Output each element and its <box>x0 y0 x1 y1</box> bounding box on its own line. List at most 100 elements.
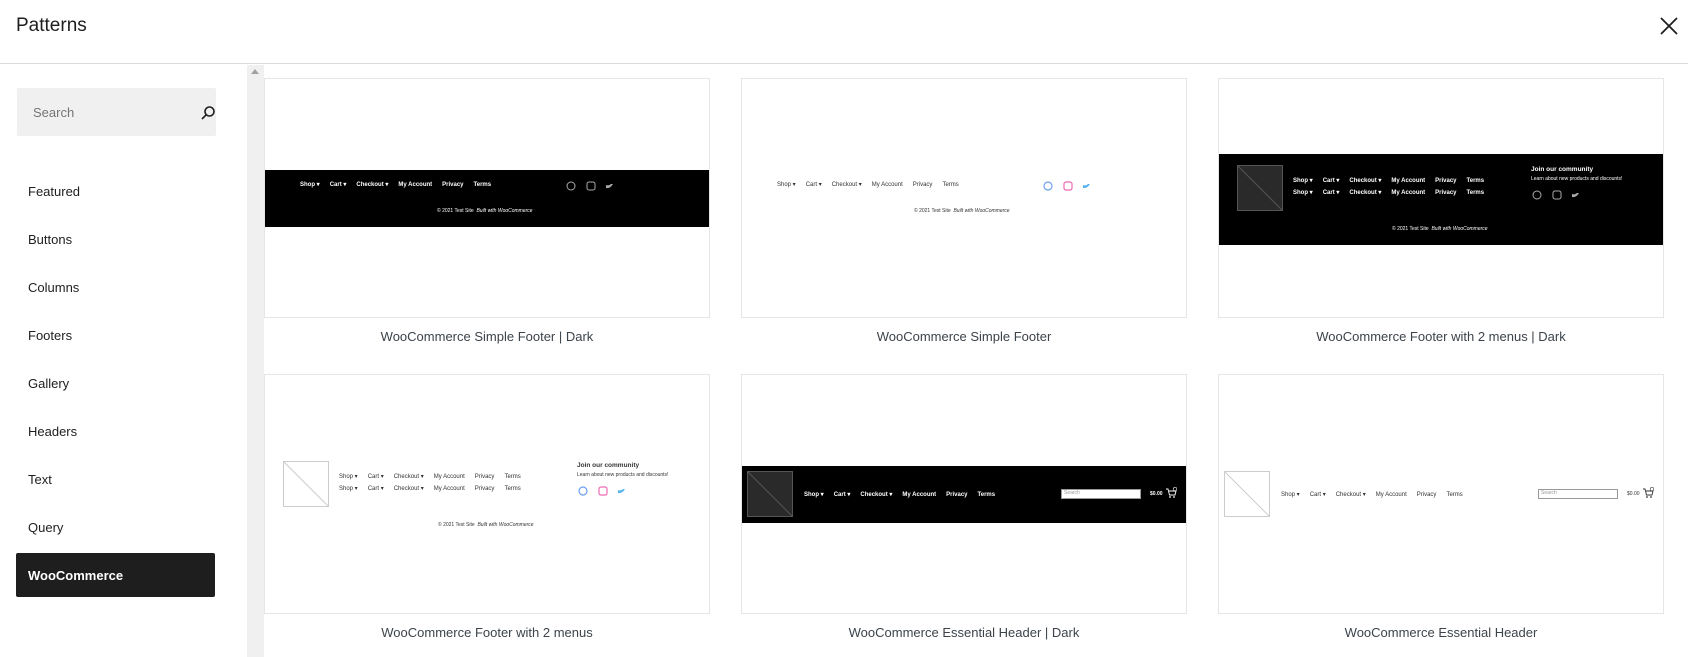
preview-nav-item: Cart ▾ <box>329 182 347 188</box>
twitter-icon <box>606 184 613 189</box>
preview-nav-item: Shop ▾ <box>339 474 358 480</box>
instagram-icon <box>586 181 596 191</box>
preview-footer-band: Shop ▾ Cart ▾ Checkout ▾ My Account Privacy T… <box>265 170 709 227</box>
preview-copyright: © 2021 Test Site Built with WooCommerce <box>437 208 533 214</box>
category-label: Buttons <box>28 231 73 247</box>
pattern-preview[interactable]: Shop ▾ Cart ▾ Checkout ▾ My Account Privacy T… <box>741 78 1187 318</box>
preview-nav-item: My Account <box>1375 492 1407 498</box>
preview-nav-item: Checkout ▾ <box>393 486 424 492</box>
preview-nav-item: Checkout ▾ <box>860 492 893 498</box>
cart-icon <box>1166 487 1177 498</box>
preview-nav-item: Checkout ▾ <box>1349 178 1382 184</box>
pattern-preview[interactable]: Shop ▾ Cart ▾ Checkout ▾ My Account Privacy T… <box>264 78 710 318</box>
image-placeholder-icon <box>1237 165 1283 211</box>
preview-nav-item: My Account <box>398 182 433 188</box>
pattern-label: WooCommerce Footer with 2 menus <box>381 625 593 640</box>
pattern-label: WooCommerce Footer with 2 menus | Dark <box>1316 329 1566 344</box>
preview-nav-item: Terms <box>977 492 996 498</box>
preview-nav-item: Cart ▾ <box>1309 492 1326 498</box>
search-icon[interactable] <box>200 105 216 121</box>
category-label: Headers <box>28 423 78 439</box>
preview-header-band: Shop ▾ Cart ▾ Checkout ▾ My Account Privacy T… <box>742 466 1186 523</box>
twitter-icon <box>618 489 625 494</box>
facebook-icon <box>1043 181 1053 191</box>
preview-nav-item: Privacy <box>474 486 495 492</box>
category-columns[interactable]: Columns <box>16 265 215 309</box>
preview-copyright: © 2021 Test Site Built with WooCommerce <box>438 522 534 528</box>
preview-search-input: Search <box>1538 489 1618 499</box>
image-placeholder-icon <box>747 471 793 517</box>
social-icons <box>578 486 625 496</box>
modal-header: Patterns <box>0 0 1688 64</box>
preview-nav-item: Checkout ▾ <box>1335 492 1366 498</box>
category-headers[interactable]: Headers <box>16 409 215 453</box>
image-placeholder-icon <box>1224 471 1270 517</box>
preview-nav-item: My Account <box>1391 190 1426 196</box>
preview-nav: Shop ▾ Cart ▾ Checkout ▾ My Account Privacy T… <box>339 473 531 480</box>
preview-nav-item: Cart ▾ <box>1322 190 1340 196</box>
preview-search-input: Search <box>1061 489 1141 499</box>
preview-nav: Shop ▾ Cart ▾ Checkout ▾ My Account Privacy T… <box>1293 177 1494 184</box>
preview-nav-item: My Account <box>902 492 937 498</box>
preview-copyright: © 2021 Test Site Built with WooCommerce <box>914 208 1010 214</box>
preview-nav-item: My Account <box>433 474 465 480</box>
preview-nav: Shop ▾ Cart ▾ Checkout ▾ My Account Privacy T… <box>777 181 969 188</box>
category-featured[interactable]: Featured <box>16 169 215 213</box>
preview-nav: Shop ▾ Cart ▾ Checkout ▾ My Account Privacy T… <box>804 491 1005 498</box>
pattern-preview[interactable]: Shop ▾ Cart ▾ Checkout ▾ My Account Privacy T… <box>264 374 710 614</box>
category-woocommerce[interactable]: WooCommerce <box>16 553 215 597</box>
category-query[interactable]: Query <box>16 505 215 549</box>
category-list: Featured Buttons Columns Footers Gallery… <box>16 169 215 601</box>
preview-nav-item: Cart ▾ <box>367 474 384 480</box>
preview-nav-item: Terms <box>504 486 521 492</box>
preview-nav-item: Shop ▾ <box>777 182 796 188</box>
preview-join-text: Learn about new products and discounts! <box>577 472 669 478</box>
preview-nav-item: Terms <box>942 182 959 188</box>
preview-nav-item: Terms <box>1446 492 1463 498</box>
preview-nav-item: Shop ▾ <box>804 492 824 498</box>
scrollbar[interactable] <box>247 65 264 657</box>
preview-built-with: Built with WooCommerce <box>477 522 534 528</box>
pattern-label: WooCommerce Essential Header <box>1344 625 1538 640</box>
close-button[interactable] <box>1655 12 1683 40</box>
preview-footer-band: Shop ▾ Cart ▾ Checkout ▾ My Account Privacy T… <box>1219 154 1663 245</box>
facebook-icon <box>1532 190 1542 200</box>
preview-nav-item: Privacy <box>442 182 464 188</box>
close-icon <box>1660 17 1678 35</box>
preview-nav-item: Privacy <box>1416 492 1437 498</box>
preview-nav-item: Terms <box>1466 178 1485 184</box>
search-box <box>17 88 216 136</box>
preview-join-text: Learn about new products and discounts! <box>1531 176 1623 182</box>
social-icons <box>566 181 613 191</box>
preview-nav-item: Terms <box>473 182 492 188</box>
pattern-preview[interactable]: Shop ▾ Cart ▾ Checkout ▾ My Account Privacy T… <box>741 374 1187 614</box>
sidebar: Featured Buttons Columns Footers Gallery… <box>0 65 246 657</box>
pattern-label: WooCommerce Simple Footer | Dark <box>380 329 594 344</box>
preview-nav: Shop ▾ Cart ▾ Checkout ▾ My Account Privacy T… <box>1281 491 1473 498</box>
category-gallery[interactable]: Gallery <box>16 361 215 405</box>
facebook-icon <box>566 181 576 191</box>
category-label: Columns <box>28 279 80 295</box>
preview-nav-item: Cart ▾ <box>367 486 384 492</box>
scroll-up-arrow-icon[interactable] <box>251 69 259 74</box>
pattern-preview[interactable]: Shop ▾ Cart ▾ Checkout ▾ My Account Privacy T… <box>1218 374 1664 614</box>
pattern-label: WooCommerce Simple Footer <box>876 329 1052 344</box>
preview-nav-item: Checkout ▾ <box>393 474 424 480</box>
preview-footer-band: Shop ▾ Cart ▾ Checkout ▾ My Account Privacy T… <box>742 170 1186 227</box>
pattern-preview[interactable]: Shop ▾ Cart ▾ Checkout ▾ My Account Privacy T… <box>1218 78 1664 318</box>
search-input[interactable] <box>17 88 177 136</box>
preview-nav-item: Checkout ▾ <box>1349 190 1382 196</box>
social-icons <box>1043 181 1090 191</box>
preview-header-band: Shop ▾ Cart ▾ Checkout ▾ My Account Privacy T… <box>1219 466 1663 523</box>
facebook-icon <box>578 486 588 496</box>
preview-nav-item: Cart ▾ <box>1322 178 1340 184</box>
cart-icon <box>1643 487 1654 498</box>
category-footers[interactable]: Footers <box>16 313 215 357</box>
preview-nav-item: My Account <box>1391 178 1426 184</box>
preview-nav-item: Shop ▾ <box>1281 492 1300 498</box>
instagram-icon <box>598 486 608 496</box>
modal-title: Patterns <box>16 15 87 36</box>
category-label: WooCommerce <box>28 567 124 583</box>
category-text[interactable]: Text <box>16 457 215 501</box>
category-buttons[interactable]: Buttons <box>16 217 215 261</box>
